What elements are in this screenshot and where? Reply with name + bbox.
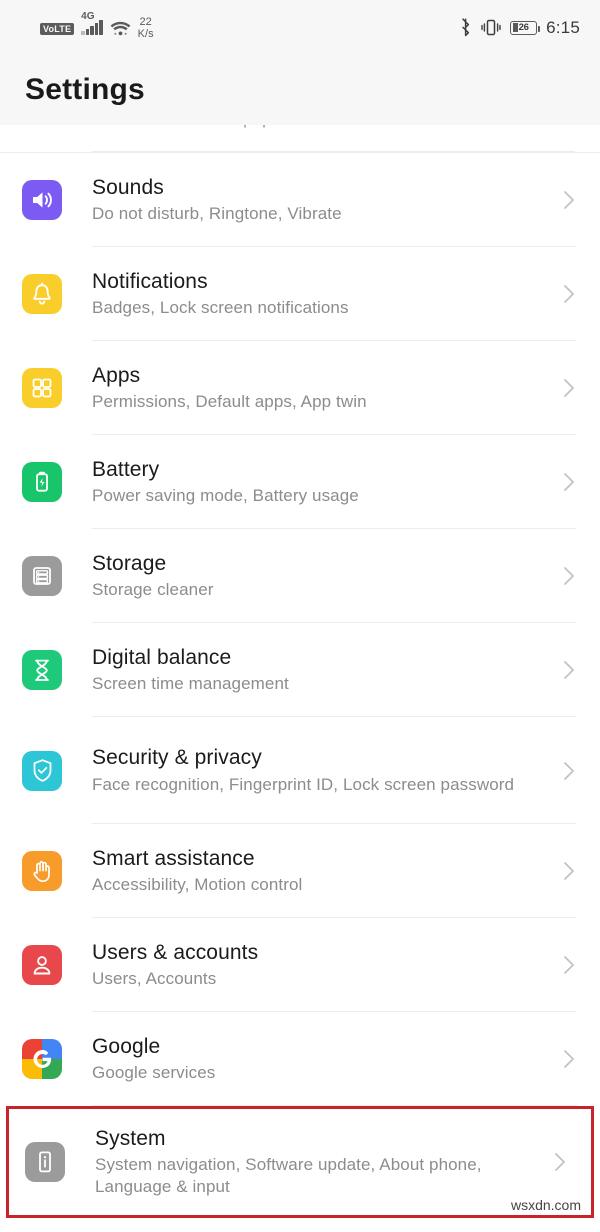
battery-icon: 26 (510, 20, 541, 35)
chevron-right-icon (562, 188, 576, 212)
list-item-subtitle: Storage cleaner (92, 580, 214, 600)
clipped-item-label: Home screen & wallpaper (92, 125, 287, 129)
settings-screen: VoLTE 4G 22 K/s 26 6:15 Settings Sounds … (0, 0, 600, 1232)
watermark: wsxdn.com (510, 1197, 581, 1213)
page-title: Settings (25, 73, 145, 106)
signal-bar (94, 23, 99, 36)
list-item-subtitle: Accessibility, Motion control (92, 875, 303, 895)
list-item-text: Apps Permissions, Default apps, App twin (62, 363, 562, 414)
list-item-text: System System navigation, Software updat… (65, 1126, 553, 1199)
chevron-right-icon (562, 1047, 576, 1071)
person-icon (22, 945, 62, 985)
hourglass-icon (22, 650, 62, 690)
list-item-text: Users & accounts Users, Accounts (62, 940, 562, 991)
list-item-title: Users & accounts (92, 940, 259, 964)
clock: 6:15 (546, 17, 580, 37)
network-type-label: 4G (81, 11, 95, 23)
app-header: Settings (0, 55, 600, 125)
list-item-system[interactable]: System System navigation, Software updat… (6, 1106, 594, 1218)
phone-info-icon (25, 1142, 65, 1182)
list-item-sounds[interactable]: Sounds Do not disturb, Ringtone, Vibrate (0, 153, 600, 247)
list-item-subtitle: Google services (92, 1063, 216, 1083)
chevron-right-icon (562, 564, 576, 588)
settings-list: Sounds Do not disturb, Ringtone, Vibrate… (0, 153, 600, 1218)
list-item-title: Google (92, 1034, 161, 1058)
list-item-storage[interactable]: Storage Storage cleaner (0, 529, 600, 623)
list-item-text: Notifications Badges, Lock screen notifi… (62, 269, 562, 320)
signal-bar (85, 29, 90, 36)
list-item-subtitle: Users, Accounts (92, 969, 217, 989)
chevron-right-icon (562, 376, 576, 400)
wifi-icon (110, 21, 131, 37)
chevron-right-icon (562, 953, 576, 977)
list-item-text: Battery Power saving mode, Battery usage (62, 457, 562, 508)
list-item-title: Sounds (92, 175, 164, 199)
apps-grid-icon (22, 368, 62, 408)
chevron-right-icon (562, 470, 576, 494)
list-item-subtitle: Power saving mode, Battery usage (92, 486, 359, 506)
list-item-title: Smart assistance (92, 846, 255, 870)
status-bar: VoLTE 4G 22 K/s 26 6:15 (0, 0, 600, 55)
list-item-google[interactable]: Google Google services (0, 1012, 600, 1106)
chevron-right-icon (553, 1150, 567, 1174)
data-rate-indicator: 22 K/s (138, 17, 154, 40)
list-item-text: Sounds Do not disturb, Ringtone, Vibrate (62, 175, 562, 226)
list-item-title: Apps (92, 363, 141, 387)
battery-percent-label: 26 (518, 22, 529, 33)
list-item-subtitle: System navigation, Software update, Abou… (95, 1155, 482, 1197)
battery-bolt-icon (22, 462, 62, 502)
list-item-subtitle: Screen time management (92, 674, 289, 694)
data-rate-unit: K/s (137, 28, 154, 40)
sound-volume-icon (22, 180, 62, 220)
battery-fill (512, 23, 518, 32)
clipped-list-item[interactable]: Home screen & wallpaper (0, 125, 600, 153)
list-item-text: Security & privacy Face recognition, Fin… (62, 745, 562, 796)
list-item-users-accounts[interactable]: Users & accounts Users, Accounts (0, 918, 600, 1012)
chevron-right-icon (562, 759, 576, 783)
status-bar-left: VoLTE 4G 22 K/s (14, 11, 154, 40)
status-bar-right: 26 6:15 (460, 18, 586, 38)
list-item-text: Smart assistance Accessibility, Motion c… (62, 846, 562, 897)
list-item-subtitle: Do not disturb, Ringtone, Vibrate (92, 204, 342, 224)
list-item-text: Digital balance Screen time management (62, 645, 562, 696)
list-item-security-privacy[interactable]: Security & privacy Face recognition, Fin… (0, 717, 600, 824)
hand-icon (22, 851, 62, 891)
storage-drive-icon (22, 556, 62, 596)
divider (92, 151, 575, 152)
data-rate-value: 22 (139, 16, 152, 29)
signal-bar (99, 20, 103, 36)
shield-check-icon (22, 750, 62, 791)
list-item-title: Battery (92, 457, 160, 481)
list-item-subtitle: Face recognition, Fingerprint ID, Lock s… (92, 774, 515, 794)
list-item-title: Notifications (92, 269, 208, 293)
list-item-smart-assistance[interactable]: Smart assistance Accessibility, Motion c… (0, 824, 600, 918)
list-item-notifications[interactable]: Notifications Badges, Lock screen notifi… (0, 247, 600, 341)
list-item-title: Security & privacy (92, 746, 262, 770)
list-item-text: Google Google services (62, 1034, 562, 1085)
bell-icon (22, 274, 62, 314)
list-item-subtitle: Permissions, Default apps, App twin (92, 392, 367, 412)
list-item-battery[interactable]: Battery Power saving mode, Battery usage (0, 435, 600, 529)
list-item-title: Storage (92, 551, 167, 575)
chevron-right-icon (562, 658, 576, 682)
signal-bar (81, 31, 85, 36)
chevron-right-icon (562, 282, 576, 306)
chevron-right-icon (562, 859, 576, 883)
google-g-icon (22, 1039, 62, 1079)
list-item-title: System (95, 1126, 166, 1150)
vibrate-icon (481, 19, 501, 36)
list-item-text: Storage Storage cleaner (62, 551, 562, 602)
list-item-apps[interactable]: Apps Permissions, Default apps, App twin (0, 341, 600, 435)
bluetooth-icon (460, 18, 472, 37)
signal-bar (90, 26, 94, 36)
list-item-subtitle: Badges, Lock screen notifications (92, 298, 349, 318)
list-item-title: Digital balance (92, 645, 232, 669)
list-item-digital-balance[interactable]: Digital balance Screen time management (0, 623, 600, 717)
volte-icon: VoLTE (40, 23, 75, 36)
cellular-signal-icon: 4G (81, 11, 103, 36)
